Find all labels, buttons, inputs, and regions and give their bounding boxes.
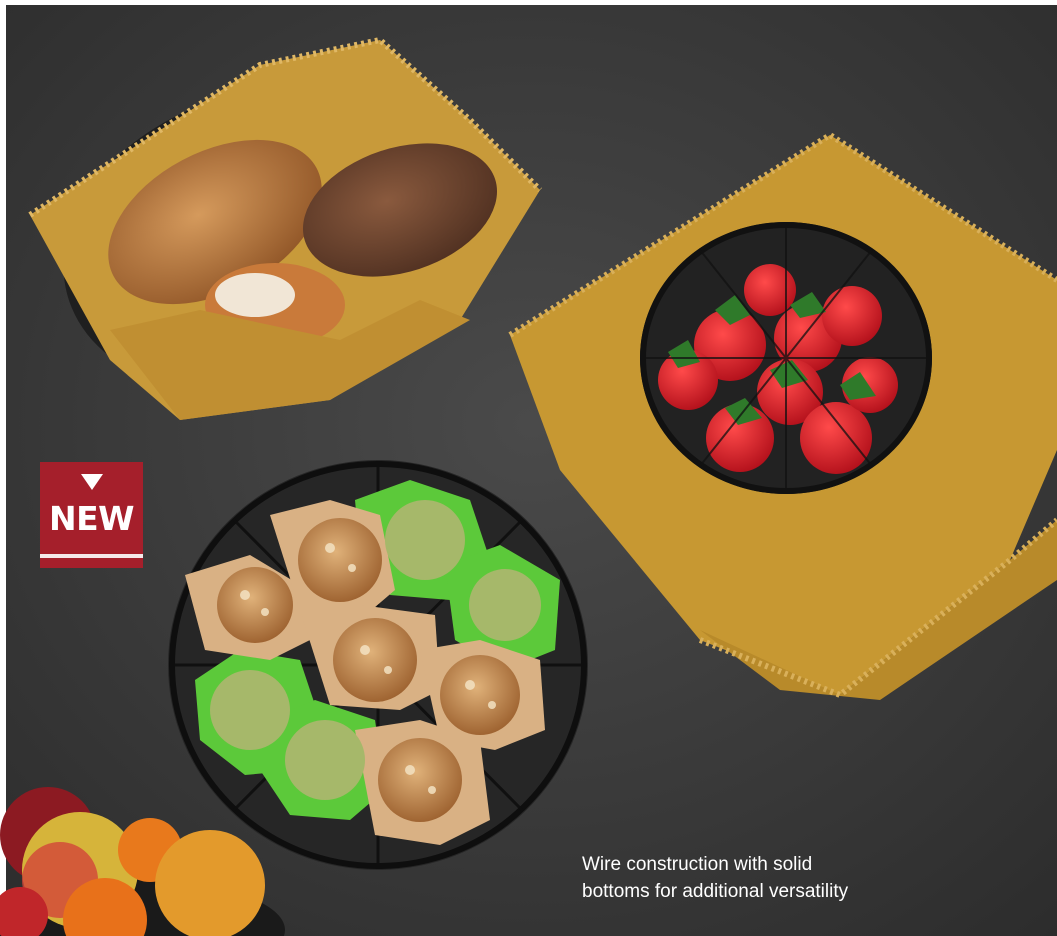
product-photo bbox=[0, 0, 1057, 936]
muffin-basket bbox=[168, 460, 588, 870]
new-badge: NEW bbox=[40, 462, 143, 568]
strawberry-bowl bbox=[640, 222, 932, 494]
new-badge-label: NEW bbox=[48, 499, 135, 538]
caption: Wire construction with solid bottoms for… bbox=[582, 851, 912, 905]
triangle-down-icon bbox=[81, 474, 103, 490]
caption-line-1: Wire construction with solid bbox=[582, 854, 813, 875]
badge-underline bbox=[40, 554, 143, 558]
caption-line-2: bottoms for additional versatility bbox=[582, 881, 849, 902]
product-photo-page: NEW Wire construction with solid bottoms… bbox=[0, 0, 1057, 936]
